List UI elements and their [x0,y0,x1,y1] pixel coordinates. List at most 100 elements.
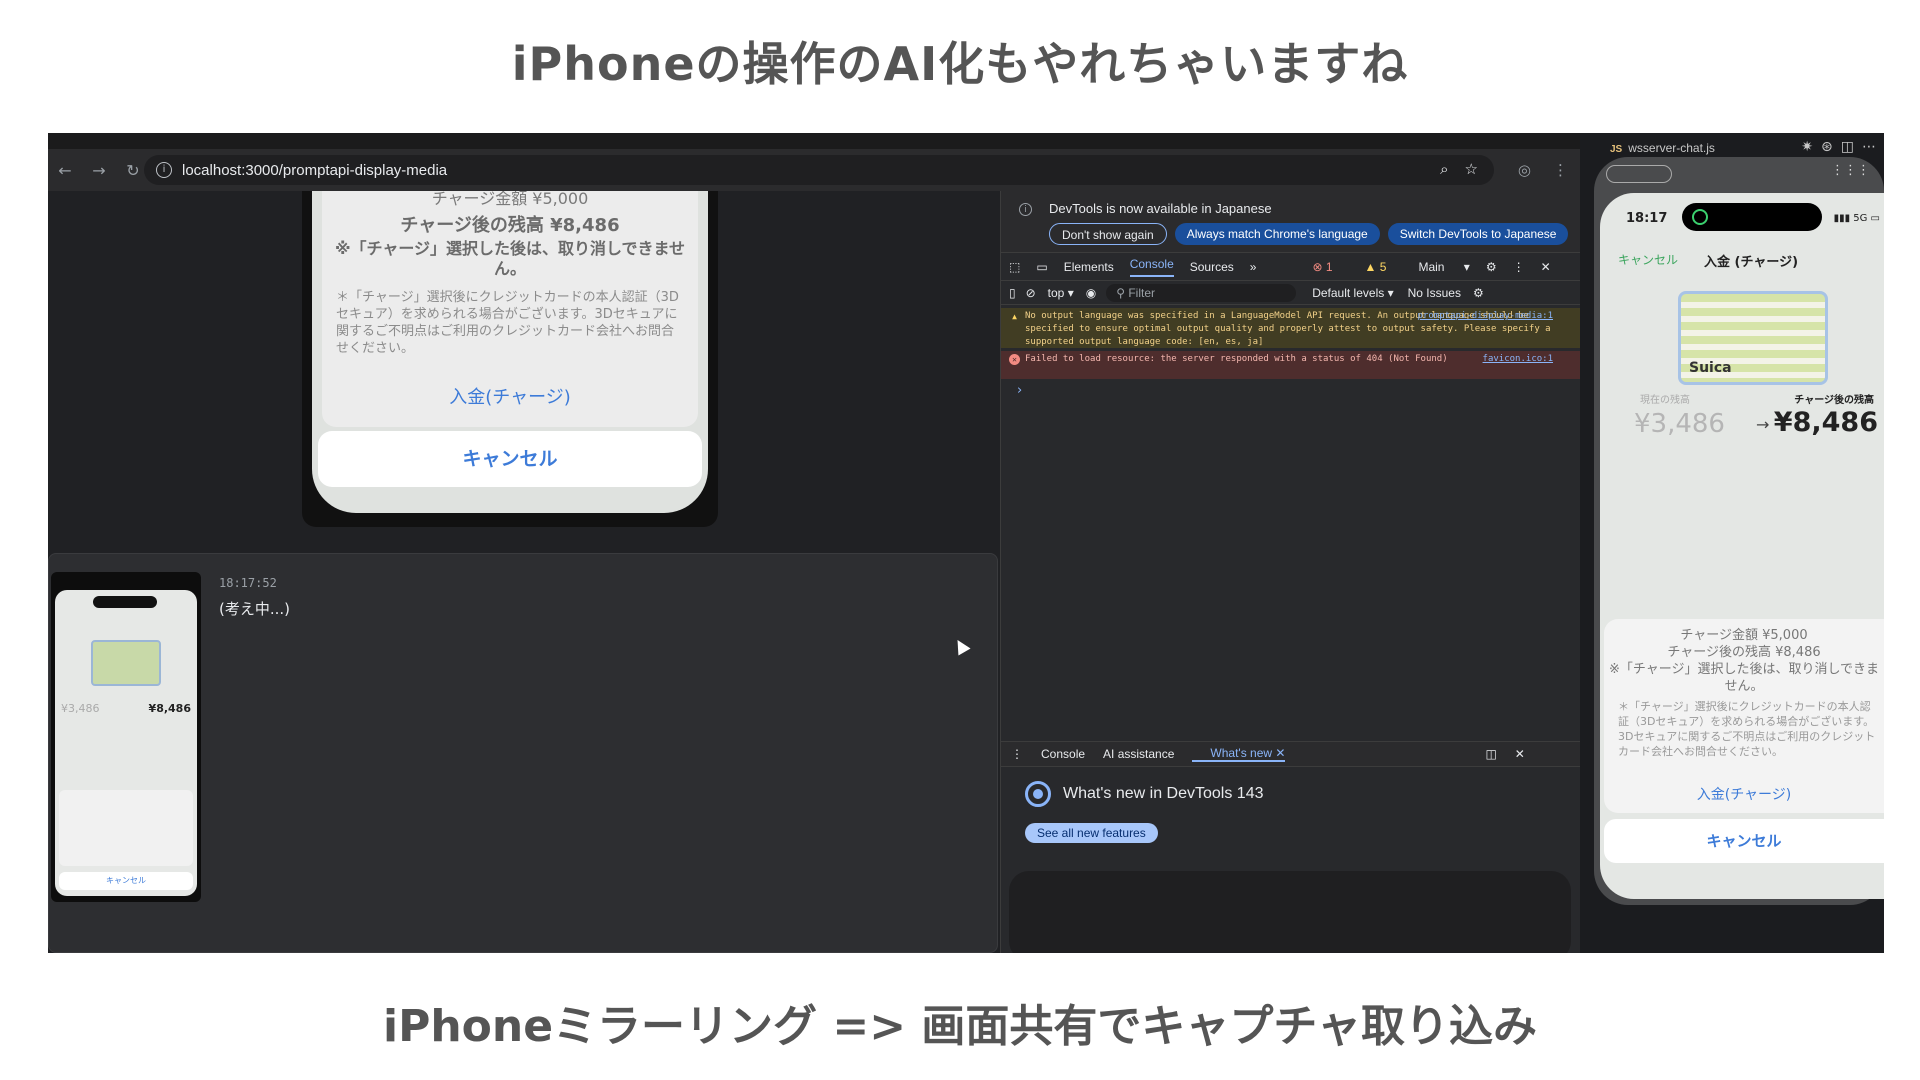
whats-new-header: What's new in DevTools 143 [1025,781,1263,807]
console-settings-icon[interactable]: ⚙ [1473,286,1484,300]
tab-console[interactable]: Console [1129,257,1174,277]
header-cancel-link[interactable]: キャンセル [1618,251,1678,268]
error-source-link[interactable]: favicon.ico:1 [1483,353,1553,366]
thumbnail-balance: ¥3,486 ¥8,486 [61,702,191,715]
settings-icon[interactable]: ⚙ [1486,260,1497,274]
tab-elements[interactable]: Elements [1064,260,1114,274]
error-icon: ✕ [1009,354,1020,365]
card-label: Suica [1689,360,1732,376]
address-bar[interactable]: i localhost:3000/promptapi-display-media… [144,155,1494,185]
drawer-tab-ai-assistance[interactable]: AI assistance [1103,747,1174,761]
log-levels-select[interactable]: Default levels ▾ [1312,286,1393,300]
message-text: (考え中...) [219,600,291,618]
tab-strip [48,133,1580,149]
back-icon[interactable]: ← [48,161,82,180]
tab-sources[interactable]: Sources [1190,260,1234,274]
sidebar-toggle-icon[interactable]: ▯ [1009,286,1016,300]
current-balance-label: 現在の残高 [1640,395,1690,406]
captured-phone-screen: チャージ金額 ¥5,000 チャージ後の残高 ¥8,486 ※「チャージ」選択し… [312,191,708,513]
warning-source-link[interactable]: promptapi-display-media:1 [1418,310,1553,323]
split-editor-icon[interactable]: ◫ [1841,139,1854,155]
js-file-icon: JS [1610,144,1623,155]
match-language-button[interactable]: Always match Chrome's language [1174,223,1380,245]
thumbnail-cancel: キャンセル [59,872,193,890]
more-options-icon[interactable]: ⋮ [1513,260,1525,274]
slide-title: iPhoneの操作のAI化もやれちゃいますね [511,37,1409,91]
drawer-menu-icon[interactable]: ⋮ [1011,747,1023,761]
sheet-charge-button[interactable]: 入金(チャージ) [1604,787,1884,804]
status-time: 18:17 [1626,211,1668,226]
error-count[interactable]: ⊗ 1 [1312,260,1348,274]
drawer-tab-console[interactable]: Console [1041,747,1085,761]
whats-new-title: What's new in DevTools 143 [1063,785,1264,802]
current-balance-amount: ¥3,486 [1634,409,1725,439]
auth-note: ＊「チャージ」選択後にクレジットカードの本人認証（3Dセキュア）を求められる場合… [336,290,679,356]
iphone-mirroring-window[interactable]: ⋮⋮⋮ 18:17 ▮▮▮ 5G ▭ キャンセル 入金 (チャージ) Suica… [1594,157,1884,905]
site-info-icon[interactable]: i [156,162,172,178]
screenshot: ← → ↻ i localhost:3000/promptapi-display… [48,133,1884,953]
close-drawer-icon[interactable]: ✕ [1515,747,1525,761]
devtools-panel: i DevTools is now available in Japanese … [1000,191,1581,953]
sparkle-icon[interactable]: ✷ [1801,139,1813,155]
profile-icon[interactable]: ◎ [1518,161,1531,179]
whats-new-card [1009,871,1571,953]
context-top-select[interactable]: top ▾ [1048,286,1074,300]
charge-sheet: チャージ金額 ¥5,000 チャージ後の残高 ¥8,486 ※「チャージ」選択し… [322,191,698,427]
capture-thumbnail[interactable]: ¥3,486 ¥8,486 キャンセル [51,572,201,902]
slide: iPhoneの操作のAI化もやれちゃいますね ← → ↻ i localhost… [0,0,1920,1080]
console-prompt[interactable]: › [1017,383,1022,398]
see-all-features-button[interactable]: See all new features [1025,823,1158,843]
sheet-auth-note: ＊「チャージ」選択後にクレジットカードの本人認証（3Dセキュア）を求められる場合… [1618,700,1876,758]
charge-button[interactable]: 入金(チャージ) [322,383,698,409]
thumbnail-sheet [59,790,193,866]
bookmark-star-icon[interactable]: ☆ [1465,160,1478,178]
suica-card-image: Suica [1678,291,1828,385]
url-text[interactable]: localhost:3000/promptapi-display-media [182,162,447,179]
devtools-tabs: ⬚ ▭ Elements Console Sources » ⊗ 1 ▲ 5 M… [1001,253,1581,281]
cancel-button[interactable]: キャンセル [318,431,702,487]
switch-japanese-button[interactable]: Switch DevTools to Japanese [1387,223,1569,245]
zoom-icon[interactable]: ⌕ [1440,160,1448,178]
menu-icon[interactable]: ⋮ [1553,161,1568,179]
device-toggle-icon[interactable]: ▭ [1036,260,1047,274]
warning-icon: ▲ [1012,312,1017,321]
dynamic-island [1682,203,1822,231]
after-balance-label: チャージ後の残高 [1794,395,1874,406]
captured-phone-frame: チャージ金額 ¥5,000 チャージ後の残高 ¥8,486 ※「チャージ」選択し… [302,191,718,527]
warning-count[interactable]: ▲ 5 [1365,260,1403,274]
balance-after: チャージ後の残高 ¥8,486 [400,215,620,236]
mirrored-charge-sheet: チャージ金額 ¥5,000 チャージ後の残高 ¥8,486 ※「チャージ」選択し… [1604,619,1884,813]
live-expression-icon[interactable]: ◉ [1086,286,1096,300]
browser-toolbar: ← → ↻ i localhost:3000/promptapi-display… [48,149,1580,191]
close-devtools-icon[interactable]: ✕ [1541,260,1551,274]
editor-more-icon[interactable]: ⋯ [1862,139,1876,155]
forward-icon[interactable]: → [82,161,116,180]
app-switcher-icon[interactable]: ⋮⋮⋮ [1831,163,1870,178]
dont-show-again-button[interactable]: Don't show again [1049,223,1167,245]
console-filter-input[interactable]: ⚲ Filter [1106,283,1297,302]
issues-link[interactable]: No Issues [1408,286,1461,300]
sheet-balance-after: チャージ後の残高 ¥8,486 [1667,645,1821,660]
console-warning: ▲ No output language was specified in a … [1001,308,1581,348]
slide-caption: iPhoneミラーリング => 画面共有でキャプチャ取り込み [383,1001,1537,1052]
message-timestamp: 18:17:52 [219,576,277,590]
context-selector[interactable]: Main ▾ [1418,260,1469,274]
editor-file-tab[interactable]: JS wsserver-chat.js [1610,141,1715,155]
ai-icon[interactable]: ⊛ [1821,139,1833,155]
clear-console-icon[interactable]: ⊘ [1026,286,1036,300]
mirroring-titlebar: ⋮⋮⋮ [1594,157,1884,185]
mirroring-home-button[interactable] [1606,165,1672,183]
mirrored-iphone-screen[interactable]: 18:17 ▮▮▮ 5G ▭ キャンセル 入金 (チャージ) Suica 現在の… [1600,193,1884,899]
sheet-cancel-button[interactable]: キャンセル [1604,819,1884,863]
more-tabs-icon[interactable]: » [1250,260,1257,274]
thumbnail-screen: ¥3,486 ¥8,486 キャンセル [55,590,197,896]
web-page: チャージ金額 ¥5,000 チャージ後の残高 ¥8,486 ※「チャージ」選択し… [48,191,998,953]
sheet-charge-amount: チャージ金額 ¥5,000 [1680,628,1808,643]
dock-icon[interactable]: ◫ [1485,747,1496,761]
console-toolbar: ▯ ⊘ top ▾ ◉ ⚲ Filter Default levels ▾ No… [1001,281,1581,305]
after-balance-amount: ¥8,486 [1773,407,1878,438]
inspect-icon[interactable]: ⬚ [1009,260,1020,274]
drawer-tab-whats-new[interactable]: What's new ✕ [1192,746,1286,762]
code-editor: JS wsserver-chat.js ✷ ⊛ ◫ ⋯ ⋮⋮⋮ 18:17 ▮▮▮… [1580,133,1884,953]
arrow-icon: → [1756,415,1770,434]
